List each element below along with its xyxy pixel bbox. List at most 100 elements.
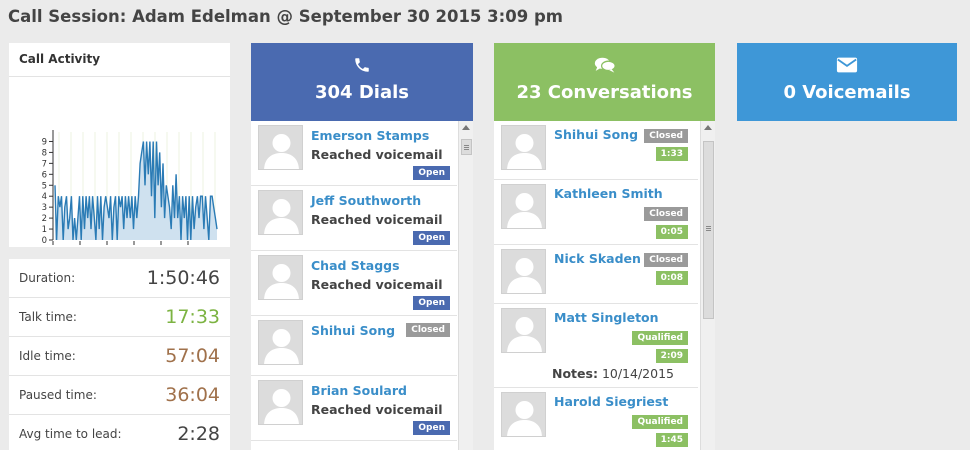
- status-badge: Open: [413, 421, 450, 435]
- avatar: [258, 125, 303, 170]
- voicemails-title: 0 Voicemails: [783, 82, 911, 103]
- session-stats-panel: Duration: 1:50:46 Talk time: 17:33 Idle …: [9, 259, 230, 450]
- call-status: Reached voicemail: [311, 402, 443, 417]
- avatar: [258, 255, 303, 300]
- status-badge: Qualified: [632, 415, 688, 429]
- call-activity-chart: 01234567893:093:283:464:044:234:41: [42, 130, 218, 246]
- contact-name[interactable]: Kathleen Smith: [554, 186, 663, 201]
- status-badge: Closed: [644, 253, 688, 267]
- stat-value: 2:28: [177, 423, 220, 445]
- avatar: [258, 380, 303, 425]
- status-badge: Qualified: [632, 331, 688, 345]
- status-badge: Closed: [644, 129, 688, 143]
- scroll-thumb[interactable]: [461, 139, 472, 155]
- stat-label: Talk time:: [19, 310, 77, 324]
- scroll-thumb[interactable]: [703, 141, 714, 319]
- chart-y-tick-label: 3: [42, 203, 47, 213]
- avatar: [501, 392, 546, 437]
- avatar: [501, 125, 546, 170]
- avatar: [258, 320, 303, 365]
- dial-item[interactable]: Shihui Song Closed: [251, 316, 457, 376]
- envelope-icon: [836, 57, 858, 73]
- stat-label: Avg time to lead:: [19, 427, 122, 441]
- stat-value: 36:04: [165, 384, 220, 406]
- status-badge: Closed: [644, 207, 688, 221]
- contact-name[interactable]: Brian Soulard: [311, 383, 407, 398]
- conversation-item[interactable]: Kathleen Smith Closed 0:05: [494, 180, 698, 245]
- duration-badge: 2:09: [655, 349, 688, 363]
- conversation-item[interactable]: Matt Singleton Qualified 2:09 Notes: 10/…: [494, 304, 698, 388]
- status-badge: Open: [413, 231, 450, 245]
- call-activity-panel: Call Activity 01234567893:093:283:464:04…: [9, 43, 230, 247]
- chart-y-tick-label: 0: [42, 236, 47, 246]
- avatar: [501, 308, 546, 353]
- page-title: Call Session: Adam Edelman @ September 3…: [8, 7, 563, 26]
- chart-y-tick-label: 9: [42, 137, 47, 147]
- dials-scrollbar[interactable]: [458, 121, 473, 450]
- scroll-up-arrow-icon[interactable]: [461, 123, 471, 132]
- stat-value: 17:33: [165, 306, 220, 328]
- conversation-notes: Notes: 10/14/2015: [552, 366, 674, 381]
- call-status: Reached voicemail: [311, 277, 443, 292]
- dials-title: 304 Dials: [315, 82, 409, 103]
- stat-label: Idle time:: [19, 349, 76, 363]
- conversation-item[interactable]: Nick Skaden Closed 0:08: [494, 245, 698, 304]
- voicemails-header[interactable]: 0 Voicemails: [737, 43, 957, 121]
- stat-paused-time: Paused time: 36:04: [9, 376, 230, 415]
- dial-item[interactable]: Jeff Southworth Reached voicemail Open: [251, 186, 457, 251]
- status-badge: Open: [413, 296, 450, 310]
- conversation-item[interactable]: Shihui Song Closed 1:33: [494, 121, 698, 180]
- call-status: Reached voicemail: [311, 147, 443, 162]
- status-badge: Closed: [406, 323, 450, 337]
- stat-value: 1:50:46: [146, 267, 220, 289]
- chart-y-tick-label: 4: [42, 192, 47, 202]
- duration-badge: 0:08: [655, 271, 688, 285]
- stat-value: 57:04: [165, 345, 220, 367]
- stat-idle-time: Idle time: 57:04: [9, 337, 230, 376]
- dials-header[interactable]: 304 Dials: [251, 43, 473, 121]
- contact-name[interactable]: Harold Siegriest: [554, 394, 668, 409]
- duration-badge: 1:45: [655, 433, 688, 447]
- stat-avg-time-to-lead: Avg time to lead: 2:28: [9, 415, 230, 450]
- contact-name[interactable]: Jeff Southworth: [311, 193, 421, 208]
- contact-name[interactable]: Matt Singleton: [554, 310, 659, 325]
- conversations-header[interactable]: 23 Conversations: [494, 43, 715, 121]
- dials-list[interactable]: Emerson Stamps Reached voicemail Open Je…: [251, 121, 473, 450]
- avatar: [501, 184, 546, 229]
- stat-duration: Duration: 1:50:46: [9, 259, 230, 298]
- chart-y-tick-label: 2: [42, 214, 47, 224]
- stat-talk-time: Talk time: 17:33: [9, 298, 230, 337]
- duration-badge: 1:33: [655, 147, 688, 161]
- scroll-up-arrow-icon[interactable]: [703, 123, 713, 132]
- contact-name[interactable]: Shihui Song: [311, 323, 395, 338]
- avatar: [501, 249, 546, 294]
- chart-series-area: [55, 141, 217, 240]
- chart-y-tick-label: 1: [42, 225, 47, 235]
- avatar: [258, 190, 303, 235]
- contact-name[interactable]: Nick Skaden: [554, 251, 641, 266]
- chat-icon: [594, 57, 616, 73]
- dial-item[interactable]: Chad Staggs Reached voicemail Open: [251, 251, 457, 316]
- chart-y-tick-label: 5: [42, 181, 47, 191]
- chart-y-tick-label: 7: [42, 159, 47, 169]
- stat-label: Duration:: [19, 271, 76, 285]
- conversations-list[interactable]: Shihui Song Closed 1:33 Kathleen Smith C…: [494, 121, 715, 450]
- duration-badge: 0:05: [655, 225, 688, 239]
- contact-name[interactable]: Chad Staggs: [311, 258, 400, 273]
- stat-label: Paused time:: [19, 388, 97, 402]
- phone-icon: [355, 58, 369, 72]
- chart-y-tick-label: 8: [42, 148, 47, 158]
- status-badge: Open: [413, 166, 450, 180]
- dial-item[interactable]: Brian Soulard Reached voicemail Open: [251, 376, 457, 441]
- contact-name[interactable]: Emerson Stamps: [311, 128, 429, 143]
- notes-label: Notes:: [552, 366, 598, 381]
- call-status: Reached voicemail: [311, 212, 443, 227]
- notes-value: 10/14/2015: [601, 366, 674, 381]
- dial-item[interactable]: Emerson Stamps Reached voicemail Open: [251, 121, 457, 186]
- conversations-title: 23 Conversations: [516, 82, 693, 103]
- call-activity-heading: Call Activity: [9, 43, 230, 77]
- conversation-item[interactable]: Harold Siegriest Qualified 1:45: [494, 388, 698, 450]
- chart-y-tick-label: 6: [42, 170, 47, 180]
- contact-name[interactable]: Shihui Song: [554, 127, 638, 142]
- conversations-scrollbar[interactable]: [700, 121, 715, 450]
